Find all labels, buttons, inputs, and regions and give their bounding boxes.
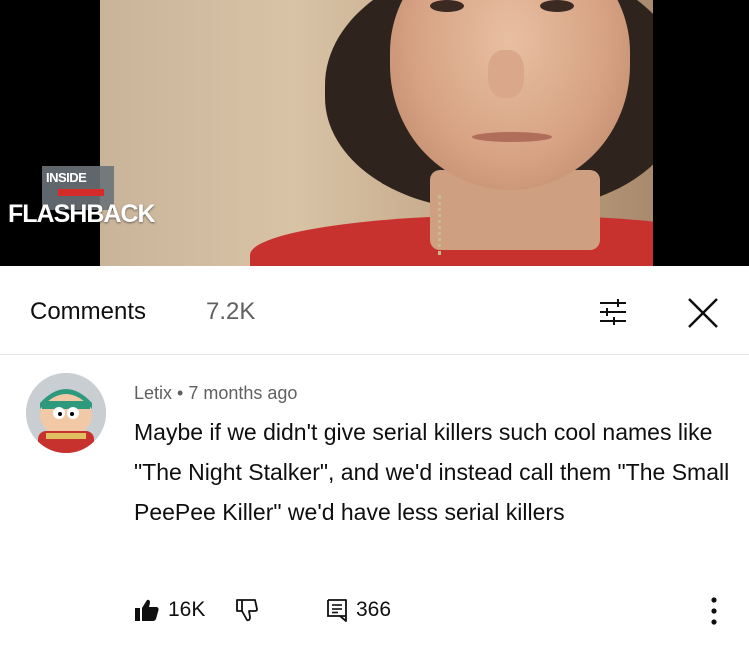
reply-icon[interactable] <box>326 598 348 622</box>
video-nose <box>488 50 524 98</box>
reply-count[interactable]: 366 <box>356 598 391 622</box>
more-options-icon[interactable] <box>708 594 720 628</box>
video-chain <box>438 195 451 255</box>
comments-count: 7.2K <box>206 298 256 325</box>
badge-edition-bar <box>58 189 104 196</box>
badge-flashback-text: FLASHBACK <box>8 200 156 228</box>
comments-header: Comments 7.2K <box>0 266 749 355</box>
video-frame <box>100 0 653 266</box>
comments-title: Comments <box>30 298 147 325</box>
video-mouth <box>472 132 552 142</box>
like-icon[interactable] <box>134 598 160 622</box>
video-eye-right <box>540 0 574 12</box>
video-player[interactable]: INSIDE FLASHBACK <box>0 0 749 266</box>
comment-author-meta[interactable]: Letix • 7 months ago <box>134 383 297 404</box>
sort-filter-icon[interactable] <box>598 298 628 326</box>
badge-inside-text: INSIDE <box>46 170 87 185</box>
avatar[interactable] <box>26 373 106 453</box>
avatar-cartoon-icon <box>26 373 106 453</box>
like-count: 16K <box>168 598 206 621</box>
comment-text: Maybe if we didn't give serial killers s… <box>134 419 730 525</box>
dislike-icon[interactable] <box>235 597 261 623</box>
close-icon[interactable] <box>686 296 720 330</box>
video-eye-left <box>430 0 464 12</box>
